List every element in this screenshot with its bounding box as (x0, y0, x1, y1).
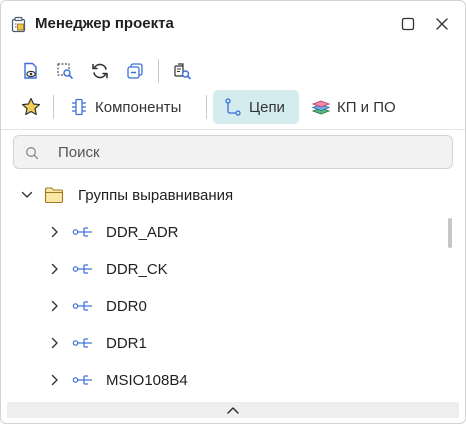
net-node-icon (72, 300, 94, 312)
tree-item-label: DDR_ADR (106, 224, 179, 241)
close-button[interactable] (433, 15, 451, 33)
window-title: Менеджер проекта (35, 15, 174, 32)
net-node-icon (72, 374, 94, 386)
document-view-icon (24, 62, 37, 79)
chevron-right-icon[interactable] (48, 373, 62, 387)
favorites-button[interactable] (17, 90, 45, 124)
tab-separator (53, 95, 54, 119)
select-area-button[interactable] (51, 57, 79, 85)
tree-item-net[interactable]: DDR_ADR (1, 214, 445, 250)
tree-item-label: DDR0 (106, 298, 147, 315)
toolbar-separator (158, 59, 159, 83)
tree-group-alignment[interactable]: Группы выравнивания (1, 177, 445, 213)
tree-item-label: MSIO108B4 (106, 372, 188, 389)
main-toolbar (1, 55, 465, 87)
search-icon (25, 146, 39, 165)
tab-components[interactable]: Компоненты (63, 90, 199, 124)
chevron-up-icon (227, 407, 239, 414)
star-icon (21, 97, 41, 116)
tree-group-label: Группы выравнивания (78, 187, 234, 204)
scroll-up-bar[interactable] (7, 402, 459, 418)
vertical-scrollbar[interactable] (448, 218, 452, 248)
maximize-icon (401, 17, 415, 31)
chevron-right-icon[interactable] (48, 299, 62, 313)
select-frame-icon (57, 63, 73, 79)
collapse-all-icon (127, 63, 143, 79)
tab-separator (206, 95, 207, 119)
tab-pads-vias[interactable]: КП и ПО (305, 90, 415, 124)
tab-pads-vias-label: КП и ПО (337, 98, 396, 116)
folder-icon (44, 186, 64, 204)
tree-item-net[interactable]: DDR1 (1, 325, 445, 361)
tree-item-label: DDR1 (106, 335, 147, 352)
tree-item-net[interactable]: DDR0 (1, 288, 445, 324)
tree-item-net[interactable]: MSIO108B4 (1, 362, 445, 398)
find-button[interactable] (168, 57, 196, 85)
tab-nets-label: Цепи (249, 98, 285, 116)
net-node-icon (72, 263, 94, 275)
toolbar-divider (1, 129, 465, 130)
collapse-all-button[interactable] (121, 57, 149, 85)
chevron-right-icon[interactable] (48, 336, 62, 350)
net-node-icon (72, 337, 94, 349)
search-box (13, 135, 453, 169)
view-document-button[interactable] (17, 57, 45, 85)
tree-item-label: DDR_CK (106, 261, 168, 278)
tab-nets[interactable]: Цепи (213, 90, 299, 124)
filter-tabs: Компоненты Цепи КП и ПО (1, 90, 465, 126)
chevron-down-icon[interactable] (20, 188, 34, 202)
project-manager-panel: Менеджер проекта Компоненты Цепи КП и ПО… (0, 0, 466, 424)
net-tree: Группы выравнивания DDR_ADR DDR_CK DDR0 … (1, 177, 465, 401)
refresh-button[interactable] (86, 57, 114, 85)
tab-components-label: Компоненты (95, 98, 182, 116)
component-icon (72, 98, 86, 116)
net-node-icon (72, 226, 94, 238)
layers-icon (311, 100, 331, 115)
find-icon (174, 63, 191, 80)
close-icon (436, 18, 448, 30)
title-bar: Менеджер проекта (1, 1, 465, 47)
chevron-right-icon[interactable] (48, 262, 62, 276)
maximize-button[interactable] (399, 15, 417, 33)
refresh-icon (92, 63, 108, 79)
tree-item-net[interactable]: DDR_CK (1, 251, 445, 287)
net-icon (225, 98, 241, 116)
project-manager-icon (10, 16, 28, 39)
chevron-right-icon[interactable] (48, 225, 62, 239)
search-input[interactable] (58, 142, 438, 162)
